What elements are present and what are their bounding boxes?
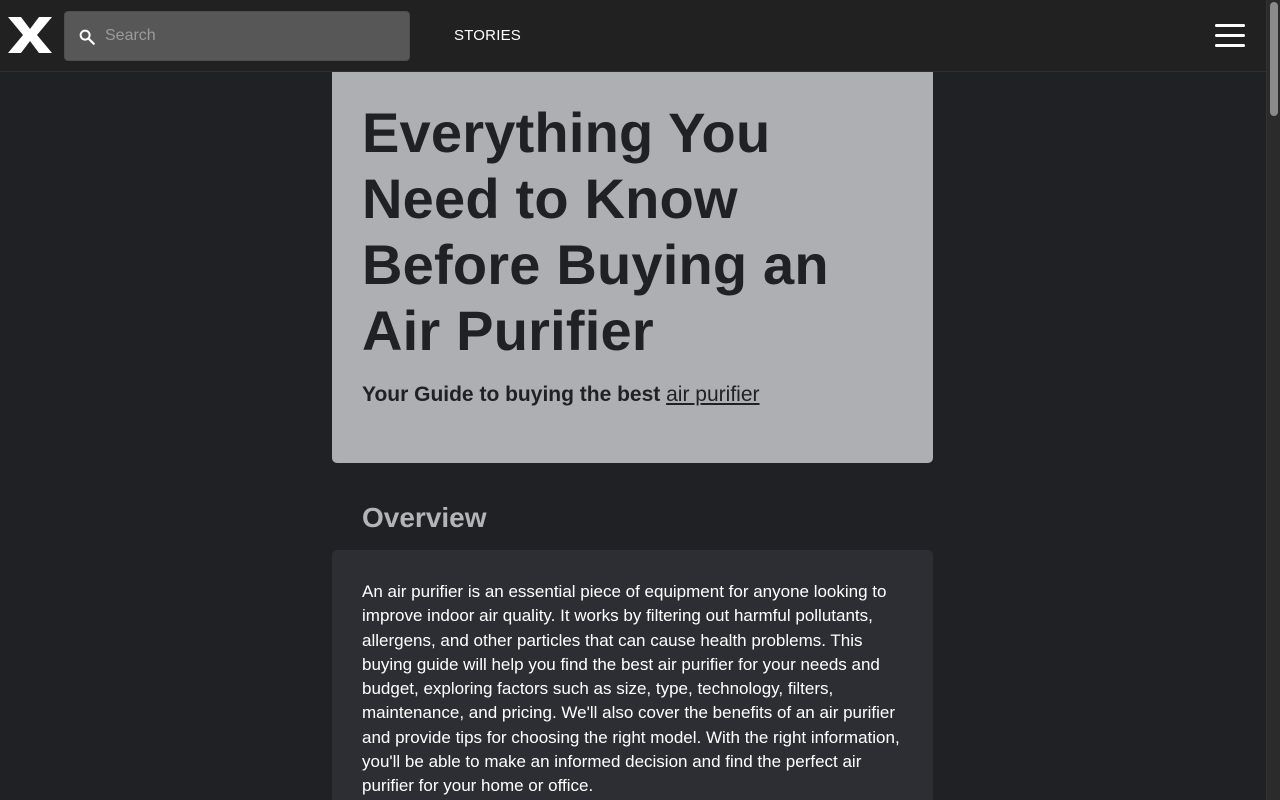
hamburger-menu-button[interactable] [1213, 24, 1247, 48]
article-subtitle: Your Guide to buying the best air purifi… [362, 383, 760, 407]
overview-heading: Overview [362, 502, 487, 533]
menu-line-icon [1215, 24, 1245, 27]
page-scrollbar[interactable] [1266, 0, 1280, 800]
menu-line-icon [1215, 34, 1245, 37]
article-title: Everything You Need to Know Before Buyin… [362, 101, 829, 362]
site-logo[interactable] [6, 15, 54, 55]
article-hero: Everything You Need to Know Before Buyin… [332, 72, 933, 463]
search-box[interactable] [64, 11, 410, 61]
overview-body: An air purifier is an essential piece of… [362, 582, 900, 796]
subtitle-text: Your Guide to buying the best [362, 383, 667, 406]
overview-card: An air purifier is an essential piece of… [332, 550, 933, 800]
menu-line-icon [1215, 44, 1245, 47]
search-input[interactable] [105, 12, 405, 60]
air-purifier-link[interactable]: air purifier [666, 383, 759, 406]
nav-link-stories[interactable]: STORIES [454, 27, 521, 44]
top-navigation-bar: STORIES [0, 0, 1266, 72]
search-icon [79, 29, 95, 45]
x-logo-icon [8, 17, 52, 53]
scrollbar-thumb[interactable] [1270, 2, 1278, 116]
